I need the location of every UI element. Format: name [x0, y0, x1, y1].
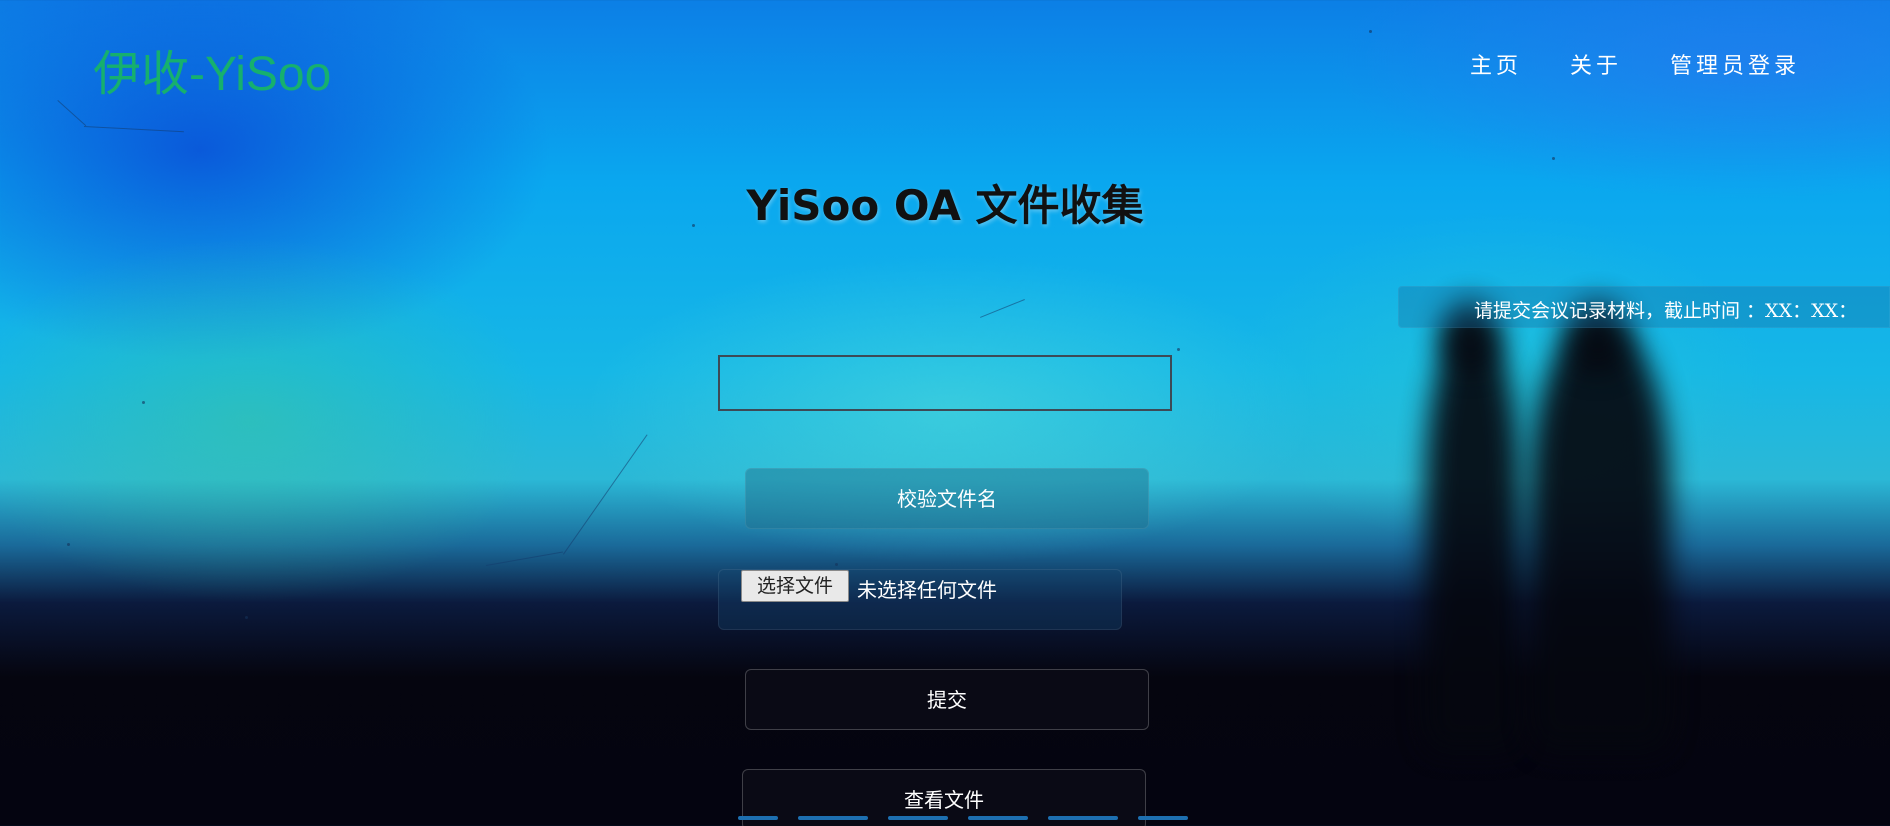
- site-logo[interactable]: 伊收-YiSoo: [93, 34, 331, 104]
- decor-line: [83, 126, 184, 133]
- decor-dot: [1369, 30, 1372, 33]
- decor-line: [563, 434, 648, 555]
- decor-line: [980, 299, 1025, 318]
- nav-item-about[interactable]: 关于: [1570, 48, 1622, 80]
- file-upload-field: 选择文件 未选择任何文件: [718, 569, 1122, 630]
- choose-file-button[interactable]: 选择文件: [741, 570, 849, 602]
- silhouette-person-right: [1530, 330, 1670, 750]
- nav-item-home[interactable]: 主页: [1470, 48, 1522, 80]
- decor-line: [57, 100, 87, 127]
- silhouette-person-left: [1425, 330, 1520, 750]
- submit-button[interactable]: 提交: [745, 669, 1149, 730]
- decor-dot: [245, 616, 248, 619]
- decor-dot: [67, 543, 70, 546]
- notice-text: 请提交会议记录材料，截止时间 ：XX：XX：: [1474, 300, 1858, 322]
- verify-filename-button[interactable]: 校验文件名: [745, 468, 1149, 529]
- filename-input[interactable]: [718, 355, 1172, 411]
- file-status-text: 未选择任何文件: [857, 578, 997, 602]
- decor-dot: [142, 401, 145, 404]
- decor-line: [486, 551, 563, 566]
- page-title: YiSoo OA 文件收集: [746, 181, 1144, 230]
- clipped-content-below: [708, 816, 1208, 826]
- top-nav: 主页 关于 管理员登录: [1470, 48, 1800, 80]
- notice-banner: 请提交会议记录材料，截止时间 ：XX：XX：: [1398, 286, 1890, 328]
- decor-dot: [1177, 348, 1180, 351]
- nav-item-admin-login[interactable]: 管理员登录: [1670, 48, 1800, 80]
- decor-dot: [835, 563, 838, 566]
- decor-dot: [1552, 157, 1555, 160]
